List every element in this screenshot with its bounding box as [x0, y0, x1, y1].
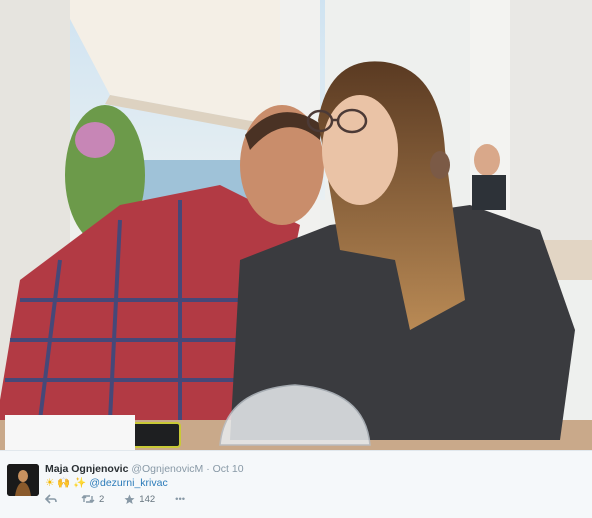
more-button[interactable]: •••: [175, 494, 185, 505]
retweet-button[interactable]: 2: [81, 494, 104, 505]
reply-button[interactable]: [45, 494, 61, 504]
sun-emoji: ☀: [45, 477, 55, 489]
star-icon: [124, 494, 135, 504]
favorite-count: 142: [139, 493, 156, 505]
retweet-icon: [81, 495, 95, 503]
tweet-date[interactable]: Oct 10: [213, 463, 244, 475]
tweet-actions: 2 142 •••: [45, 492, 205, 506]
favorite-button[interactable]: 142: [124, 494, 155, 505]
tweet-photo[interactable]: [0, 0, 592, 450]
tweet-text: ☀ 🙌 ✨ @dezurni_krivac: [45, 476, 168, 489]
sparkles-emoji: ✨: [73, 477, 87, 489]
more-icon: •••: [175, 493, 186, 505]
separator: ·: [206, 463, 210, 475]
avatar[interactable]: [7, 464, 39, 496]
display-name[interactable]: Maja Ognjenovic: [45, 463, 128, 475]
reply-icon: [45, 494, 57, 504]
tweet-card: Maja Ognjenovic @OgnjenovicM · Oct 10 ☀ …: [0, 0, 592, 518]
tweet-footer: Maja Ognjenovic @OgnjenovicM · Oct 10 ☀ …: [0, 450, 592, 518]
mention-link[interactable]: @dezurni_krivac: [89, 477, 167, 489]
tweet-header: Maja Ognjenovic @OgnjenovicM · Oct 10: [45, 463, 244, 475]
user-handle[interactable]: @OgnjenovicM: [131, 463, 203, 475]
retweet-count: 2: [99, 493, 105, 505]
raised-hands-emoji: 🙌: [57, 477, 71, 489]
